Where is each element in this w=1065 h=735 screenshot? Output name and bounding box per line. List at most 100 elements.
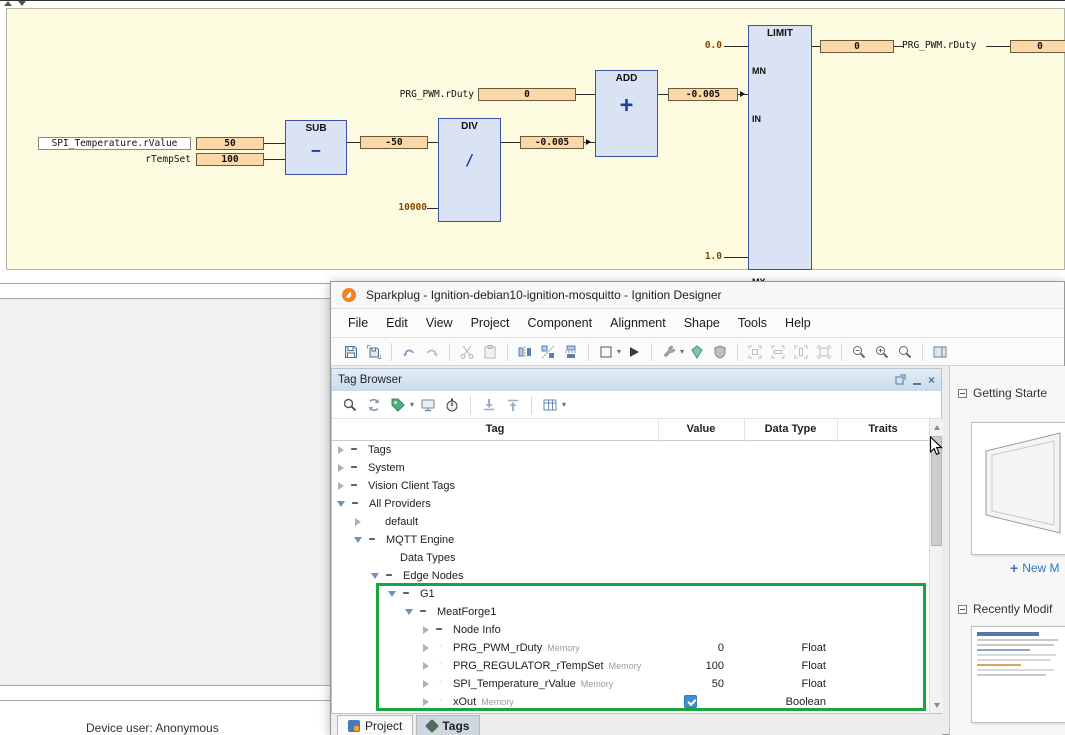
chevron-right-icon[interactable] (338, 446, 344, 454)
chevron-right-icon[interactable] (338, 464, 344, 472)
tree-row-tags[interactable]: Tags (332, 441, 929, 459)
fbd-block-limit[interactable]: LIMIT MN IN MX (748, 25, 812, 270)
getting-started-card[interactable] (971, 422, 1065, 555)
menu-shape[interactable]: Shape (675, 312, 729, 334)
import-tags-icon[interactable] (479, 395, 499, 415)
chevron-down-icon[interactable] (371, 573, 379, 579)
menu-edit[interactable]: Edit (377, 312, 417, 334)
collapse-section-icon[interactable] (958, 389, 967, 398)
chevron-down-icon[interactable]: ▾ (562, 400, 566, 409)
column-header-traits[interactable]: Traits (837, 423, 929, 435)
fbd-block-add[interactable]: ADD + (595, 70, 658, 157)
cut-icon[interactable] (457, 342, 477, 362)
menu-view[interactable]: View (417, 312, 462, 334)
project-gem-icon[interactable] (687, 342, 707, 362)
tree-row-mqtt-engine[interactable]: MQTT Engine (332, 531, 929, 549)
zoom-in-icon[interactable] (872, 342, 892, 362)
mirror-vertical-icon[interactable] (561, 342, 581, 362)
export-tags-icon[interactable] (503, 395, 523, 415)
menu-help[interactable]: Help (776, 312, 820, 334)
chevron-down-icon[interactable]: ▾ (617, 347, 621, 356)
timer-icon[interactable] (442, 395, 462, 415)
shape-tool-icon[interactable] (596, 342, 616, 362)
tab-project[interactable]: Project (337, 715, 413, 735)
panels-icon[interactable] (930, 342, 950, 362)
new-project-link[interactable]: + New M (1010, 560, 1060, 576)
tag-browser-header[interactable]: Tag Browser × (332, 369, 941, 391)
collapse-section-icon[interactable] (958, 605, 967, 614)
scroll-up-button[interactable] (930, 419, 943, 435)
mirror-both-icon[interactable] (538, 342, 558, 362)
column-header-tag[interactable]: Tag (332, 423, 658, 435)
zoom-reset-icon[interactable] (895, 342, 915, 362)
fbd-block-sub[interactable]: SUB − (285, 120, 347, 175)
menu-component[interactable]: Component (518, 312, 601, 334)
right-dock-panel: Getting Starte + New M Recently Modif (949, 366, 1065, 735)
operand-prg-pwm-rduty-out[interactable]: PRG_PWM.rDuty (902, 40, 986, 51)
plus-icon: + (1010, 560, 1018, 576)
monitor-icon[interactable] (418, 395, 438, 415)
chevron-down-icon[interactable]: ▾ (680, 347, 684, 356)
new-tag-icon[interactable] (388, 395, 408, 415)
constant-1-0[interactable]: 1.0 (692, 251, 722, 262)
dock-tab-bar: Project Tags (331, 713, 942, 735)
close-panel-icon[interactable]: × (928, 374, 935, 386)
zoom-out-icon[interactable] (849, 342, 869, 362)
wrench-icon[interactable] (659, 342, 679, 362)
undo-icon[interactable] (399, 342, 419, 362)
refresh-icon[interactable] (364, 395, 384, 415)
operand-rtempset[interactable]: rTempSet (91, 154, 191, 165)
tree-row-data-types[interactable]: Data Types (332, 549, 929, 567)
columns-icon[interactable] (540, 395, 560, 415)
tree-row-vision-client-tags[interactable]: Vision Client Tags (332, 477, 929, 495)
chevron-right-icon[interactable] (355, 518, 361, 526)
menu-alignment[interactable]: Alignment (601, 312, 675, 334)
tab-tags[interactable]: Tags (416, 715, 480, 735)
menu-tools[interactable]: Tools (729, 312, 776, 334)
getting-started-header[interactable]: Getting Starte (958, 386, 1047, 400)
fbd-layer: SUB − DIV / ADD + LIMIT MN IN MX SPI_Tem… (0, 0, 1065, 270)
fit-height-icon[interactable] (791, 342, 811, 362)
fbd-block-div[interactable]: DIV / (438, 118, 501, 222)
mouse-cursor (929, 436, 945, 463)
tree-row-default[interactable]: default (332, 513, 929, 531)
flow-arrow-icon (740, 91, 745, 97)
redo-icon[interactable] (422, 342, 442, 362)
recently-modified-header[interactable]: Recently Modif (958, 602, 1052, 616)
main-toolbar: ▾ ▾ (331, 338, 1064, 366)
paste-icon[interactable] (480, 342, 500, 362)
operand-spi-temperature[interactable]: SPI_Temperature.rValue (38, 137, 191, 150)
minimize-panel-icon[interactable] (913, 383, 921, 385)
chevron-right-icon[interactable] (338, 482, 344, 490)
column-header-datatype[interactable]: Data Type (744, 423, 837, 435)
menu-file[interactable]: File (339, 312, 377, 334)
constant-0-0[interactable]: 0.0 (692, 40, 722, 51)
column-header-value[interactable]: Value (658, 423, 744, 435)
mirror-horizontal-icon[interactable] (515, 342, 535, 362)
window-titlebar[interactable]: Sparkplug - Ignition-debian10-ignition-m… (331, 282, 1064, 309)
panel-divider (0, 283, 330, 284)
wire (724, 46, 748, 47)
fit-width-icon[interactable] (768, 342, 788, 362)
toolbar-separator (507, 343, 508, 361)
value-box-div-result: -0.005 (520, 136, 584, 149)
operand-prg-pwm-rduty-in[interactable]: PRG_PWM.rDuty (374, 89, 474, 100)
float-panel-icon[interactable] (895, 374, 906, 387)
fit-window-icon[interactable] (814, 342, 834, 362)
search-icon[interactable] (340, 395, 360, 415)
tree-row-all-providers[interactable]: All Providers (332, 495, 929, 513)
constant-10000[interactable]: 10000 (357, 202, 427, 213)
save-icon[interactable] (341, 342, 361, 362)
save-all-icon[interactable] (364, 342, 384, 362)
tree-row-system[interactable]: System (332, 459, 929, 477)
preview-play-icon[interactable] (624, 342, 644, 362)
chevron-down-icon[interactable] (337, 501, 345, 507)
fit-selection-icon[interactable] (745, 342, 765, 362)
recent-thumbnail[interactable] (971, 626, 1065, 723)
vertical-scrollbar[interactable] (929, 419, 942, 713)
menu-project[interactable]: Project (462, 312, 519, 334)
chevron-down-icon[interactable] (354, 537, 362, 543)
shield-icon[interactable] (710, 342, 730, 362)
chevron-down-icon[interactable]: ▾ (410, 400, 414, 409)
scroll-down-button[interactable] (930, 697, 943, 713)
